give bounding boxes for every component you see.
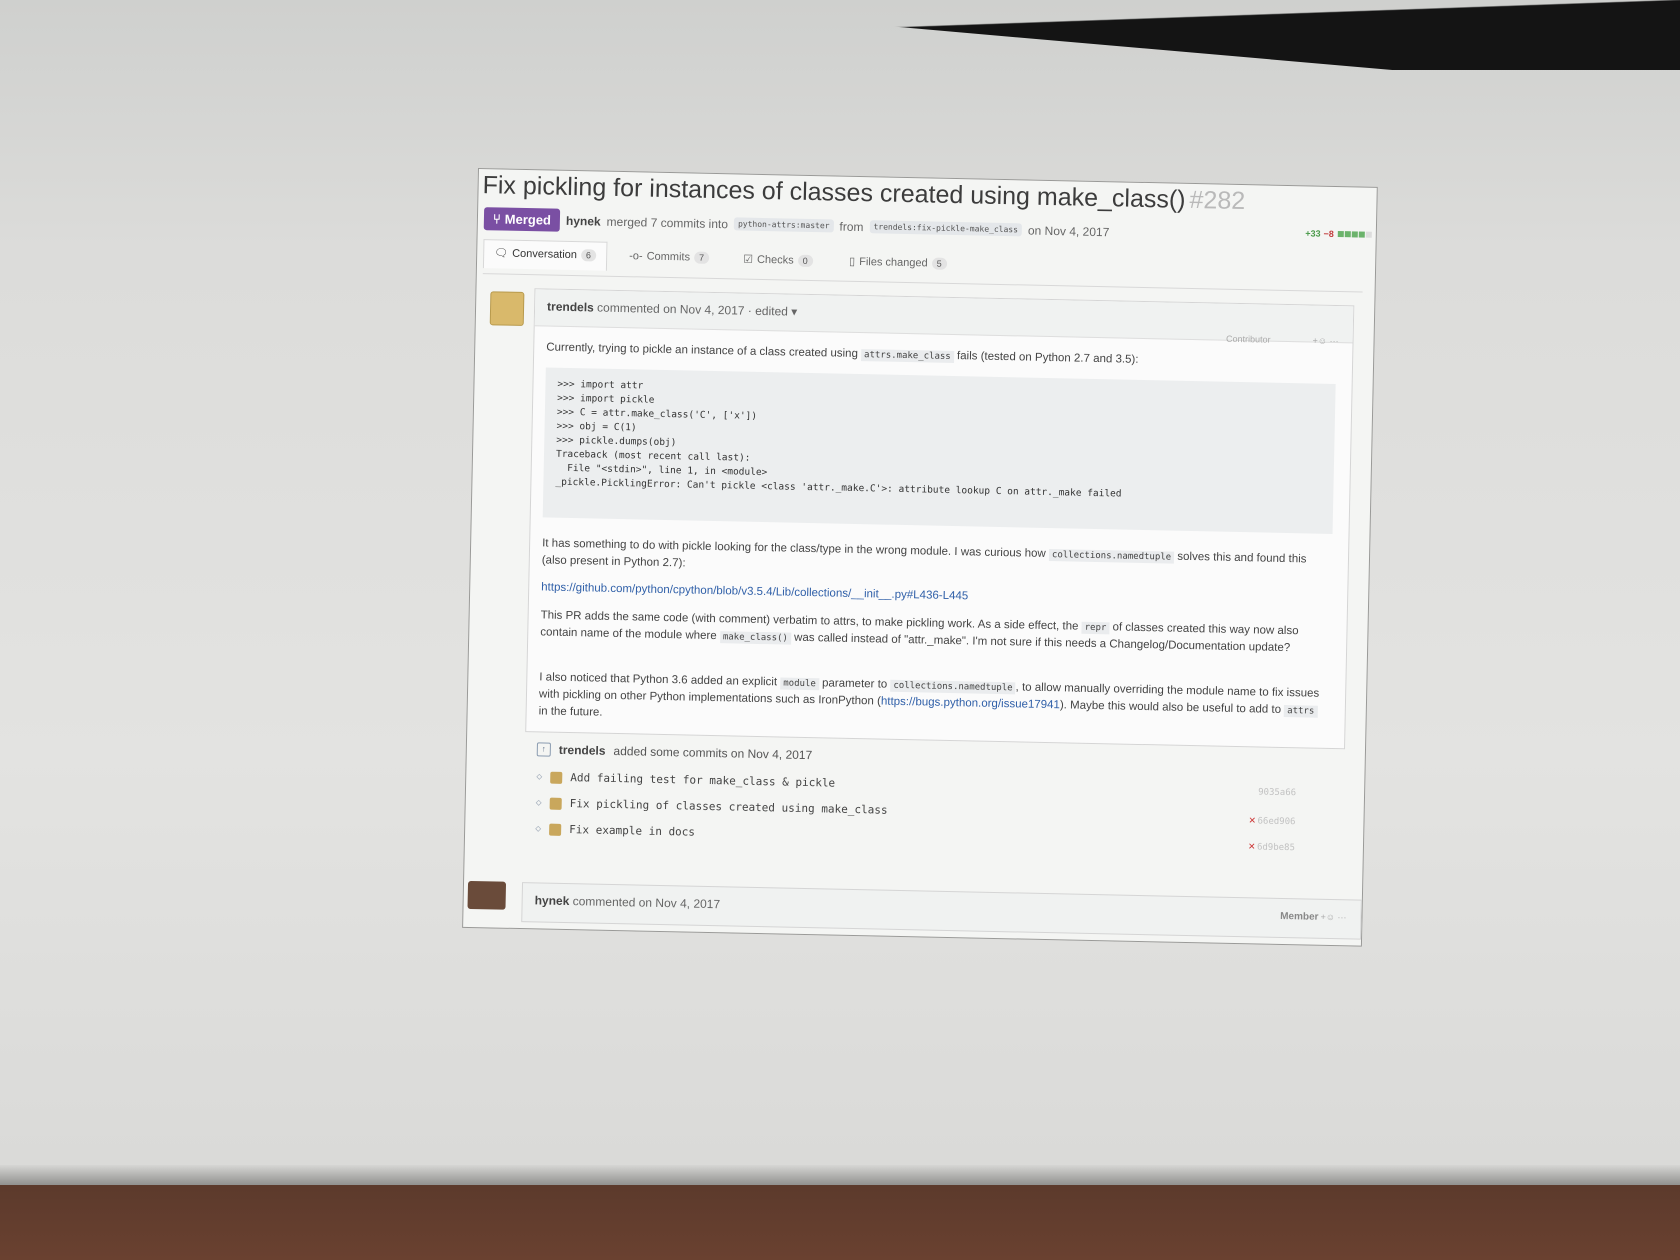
merger-name[interactable]: hynek — [566, 213, 601, 228]
comment-paragraph-4: I also noticed that Python 3.6 added an … — [538, 669, 1329, 736]
comment-meta[interactable]: commented on Nov 4, 2017 — [573, 894, 721, 911]
tab-files-changed[interactable]: ▯ Files changed 5 — [849, 255, 947, 270]
p4-text-e: in the future. — [538, 705, 603, 719]
reaction-icon[interactable]: +☺ — [1312, 336, 1327, 346]
lines-added: +33 — [1305, 228, 1321, 239]
commit-sha[interactable]: 9035a66 — [1258, 787, 1296, 798]
merged-text: merged 7 commits into — [606, 214, 729, 231]
merge-date: on Nov 4, 2017 — [1027, 223, 1110, 239]
p4-text-b: parameter to — [821, 677, 888, 691]
timeline-text: added some commits on Nov 4, 2017 — [613, 743, 813, 763]
reaction-icon[interactable]: +☺ — [1320, 912, 1335, 922]
p1-text-b: fails (tested on Python 2.7 and 3.5): — [956, 350, 1139, 366]
diffstat-bars — [1337, 229, 1372, 240]
lines-removed: −8 — [1323, 228, 1334, 239]
comment-author[interactable]: hynek — [535, 893, 570, 908]
pr-title-text: Fix pickling for instances of classes cr… — [482, 171, 1186, 214]
pr-page: Fix pickling for instances of classes cr… — [462, 168, 1378, 947]
p4-code-1: module — [780, 677, 819, 691]
p1-text-a: Currently, trying to pickle an instance … — [546, 341, 859, 360]
tab-checks-count: 0 — [797, 254, 813, 267]
comment-author-line: hynek commented on Nov 4, 2017 — [535, 893, 721, 911]
commit-icon: -o- — [629, 250, 643, 263]
avatar[interactable] — [467, 880, 507, 910]
list-item: ◇ Add failing test for make_class & pick… — [536, 770, 1296, 799]
p3-code-2: make_class() — [719, 631, 792, 645]
avatar[interactable] — [550, 771, 563, 784]
repo-push-icon: ↑ — [536, 742, 551, 757]
tab-commits[interactable]: -o- Commits 7 — [629, 250, 710, 264]
comment: trendels commented on Nov 4, 2017 · edit… — [525, 288, 1355, 750]
from-word: from — [839, 219, 864, 234]
tab-files-count: 5 — [931, 257, 947, 270]
pr-meta: ⑂ Merged hynek merged 7 commits into pyt… — [483, 207, 1110, 243]
tab-commits-count: 7 — [693, 251, 710, 264]
comment-meta[interactable]: commented on Nov 4, 2017 · edited ▾ — [597, 301, 797, 319]
commit-dot-icon: ◇ — [536, 771, 543, 783]
p4-text-a: I also noticed that Python 3.6 added an … — [539, 671, 778, 689]
avatar[interactable] — [489, 291, 525, 326]
conversation-icon: 🗨 — [494, 247, 509, 260]
tab-checks-label: Checks — [756, 253, 794, 267]
more-icon[interactable]: ··· — [1337, 912, 1346, 922]
pr-tabs: 🗨 Conversation 6 -o- Commits 7 ☑ Checks … — [482, 239, 1364, 293]
comment-author[interactable]: trendels — [547, 299, 594, 314]
merge-icon: ⑂ — [492, 211, 501, 227]
p4-text-d: ). Maybe this would also be useful to ad… — [1059, 699, 1282, 716]
list-item: ◇ Fix example in docs ✕ 6d9be85 — [535, 822, 1295, 853]
floor — [0, 1185, 1680, 1260]
checks-icon: ☑ — [743, 253, 754, 266]
head-branch[interactable]: trendels:fix-pickle-make_class — [869, 220, 1023, 237]
comment-actions: +☺ ··· — [1320, 912, 1346, 923]
tab-files-label: Files changed — [859, 255, 928, 269]
author-role-badge: Contributor — [1225, 333, 1271, 345]
comment-actions: +☺ ··· — [1312, 336, 1338, 347]
p4-code-2: collections.namedtuple — [890, 679, 1016, 695]
commit-sha[interactable]: 66ed906 — [1257, 816, 1295, 827]
screen-bottom-shadow — [0, 1165, 1680, 1187]
commit-status: ✕ 66ed906 — [1249, 813, 1296, 827]
diffstat: +33 −8 — [1305, 228, 1372, 239]
commit-message[interactable]: Add failing test for make_class & pickle — [570, 771, 835, 790]
state-label: Merged — [504, 211, 552, 228]
p3-code-1: repr — [1081, 621, 1110, 635]
timeline-author[interactable]: trendels — [559, 743, 606, 758]
p4-code-3: attrs — [1284, 705, 1318, 718]
pr-number: #282 — [1189, 185, 1246, 216]
tab-conversation[interactable]: 🗨 Conversation 6 — [482, 239, 608, 271]
failed-x-icon[interactable]: ✕ — [1249, 813, 1256, 826]
comment-author-line: trendels commented on Nov 4, 2017 · edit… — [547, 299, 797, 318]
tab-conversation-count: 6 — [580, 248, 597, 261]
commit-message[interactable]: Fix example in docs — [569, 823, 695, 839]
p1-code: attrs.make_class — [860, 349, 954, 364]
avatar[interactable] — [549, 823, 562, 836]
tab-commits-label: Commits — [646, 250, 691, 264]
comment-paragraph-3: This PR adds the same code (with comment… — [540, 607, 1331, 658]
commit-dot-icon: ◇ — [535, 797, 542, 809]
list-item: ◇ Fix pickling of classes created using … — [535, 796, 1296, 827]
commit-message[interactable]: Fix pickling of classes created using ma… — [570, 797, 888, 817]
comment-paragraph-1: Currently, trying to pickle an instance … — [546, 339, 1336, 373]
tab-checks[interactable]: ☑ Checks 0 — [743, 253, 813, 267]
bugs-python-link[interactable]: https://bugs.python.org/issue17941 — [881, 696, 1060, 712]
commit-dot-icon: ◇ — [535, 823, 542, 835]
state-badge: ⑂ Merged — [483, 207, 561, 232]
timeline-header: ↑ trendels added some commits on Nov 4, … — [536, 742, 813, 763]
file-icon: ▯ — [848, 255, 856, 268]
author-role-badge: Member — [1280, 910, 1319, 923]
p2-code: collections.namedtuple — [1048, 549, 1175, 564]
code-block: >>> import attr >>> import pickle >>> C … — [542, 367, 1336, 534]
comment: hynek commented on Nov 4, 2017 Member +☺… — [521, 882, 1362, 940]
base-branch[interactable]: python-attrs:master — [733, 217, 834, 233]
comment-paragraph-2: It has something to do with pickle looki… — [542, 535, 1333, 585]
more-icon[interactable]: ··· — [1329, 336, 1338, 346]
commit-sha[interactable]: 6d9be85 — [1257, 842, 1295, 853]
failed-x-icon[interactable]: ✕ — [1248, 839, 1255, 852]
tab-conversation-label: Conversation — [512, 247, 578, 261]
cpython-link[interactable]: https://github.com/python/cpython/blob/v… — [541, 581, 968, 602]
avatar[interactable] — [549, 797, 562, 810]
projector-top-edge — [0, 0, 1680, 70]
commit-status: ✕ 6d9be85 — [1248, 839, 1295, 853]
comment-paragraph-link: https://github.com/python/cpython/blob/v… — [541, 579, 1331, 612]
